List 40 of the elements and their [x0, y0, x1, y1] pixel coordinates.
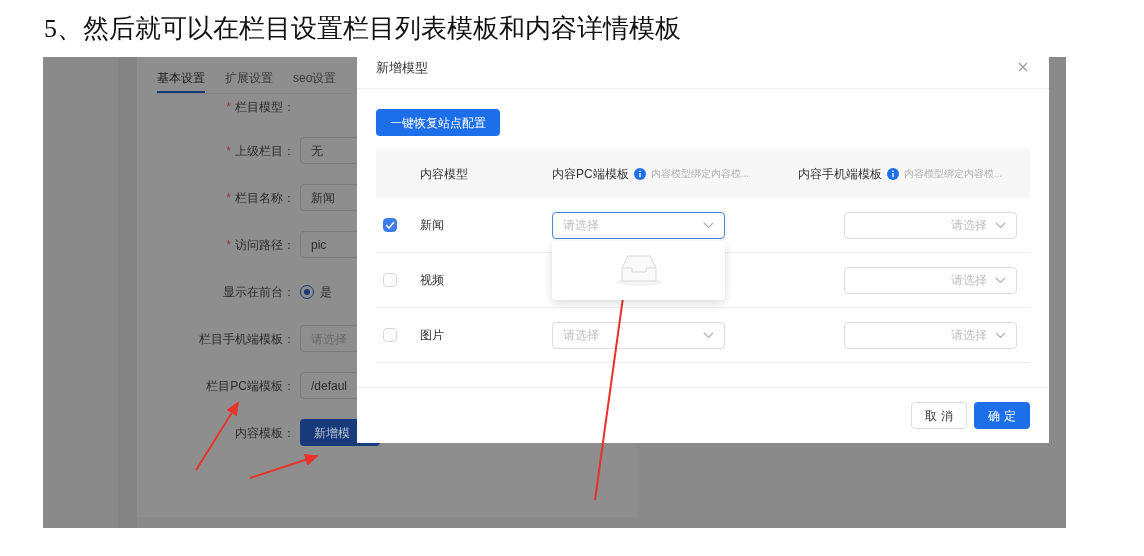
info-icon	[633, 167, 646, 180]
radio-label: 是	[320, 283, 332, 301]
close-icon[interactable]	[1018, 62, 1028, 72]
cancel-button[interactable]: 取 消	[911, 402, 967, 429]
tab[interactable]: 基本设置	[157, 69, 205, 93]
required-mark: *	[226, 189, 231, 207]
field-label: 内容模板：	[235, 424, 295, 442]
info-icon	[887, 167, 899, 180]
column-header: 内容手机端模板	[798, 165, 882, 183]
heading: 5、然后就可以在栏目设置栏目列表模板和内容详情模板	[43, 13, 682, 45]
confirm-button[interactable]: 确 定	[974, 402, 1030, 429]
field-label: 显示在前台：	[223, 283, 295, 301]
model-name: 新闻	[420, 217, 445, 234]
chevron-down-icon	[995, 276, 1006, 284]
chevron-down-icon	[703, 331, 714, 339]
tab[interactable]: seo设置	[293, 69, 337, 93]
column-hint: 内容模型绑定内容模...	[650, 167, 749, 181]
required-mark: *	[226, 99, 231, 116]
field-label: 栏目手机端模板：	[199, 330, 295, 348]
required-mark: *	[226, 142, 231, 160]
column-header: 内容PC端模板	[552, 165, 629, 183]
column-header: 内容模型	[420, 165, 468, 183]
tab[interactable]: 扩展设置	[225, 69, 273, 93]
chevron-down-icon	[995, 221, 1006, 229]
empty-inbox-icon	[614, 254, 663, 286]
model-name: 视频	[420, 272, 445, 289]
field-label: 上级栏目：	[235, 142, 295, 160]
field-label: 栏目名称：	[235, 189, 295, 207]
field-label: 栏目模型：	[235, 99, 295, 116]
column-hint: 内容模型绑定内容模...	[904, 167, 1003, 181]
dialog-title: 新增模型	[376, 59, 428, 77]
model-name: 图片	[420, 327, 445, 344]
annotation-arrow	[249, 454, 319, 479]
checkbox[interactable]	[383, 218, 397, 232]
field-label: 访问路径：	[235, 236, 295, 254]
chevron-down-icon	[995, 331, 1006, 339]
restore-config-button[interactable]: 一键恢复站点配置	[376, 109, 500, 136]
required-mark: *	[226, 236, 231, 254]
chevron-down-icon	[703, 221, 714, 229]
field-label: 栏目PC端模板：	[206, 377, 295, 395]
